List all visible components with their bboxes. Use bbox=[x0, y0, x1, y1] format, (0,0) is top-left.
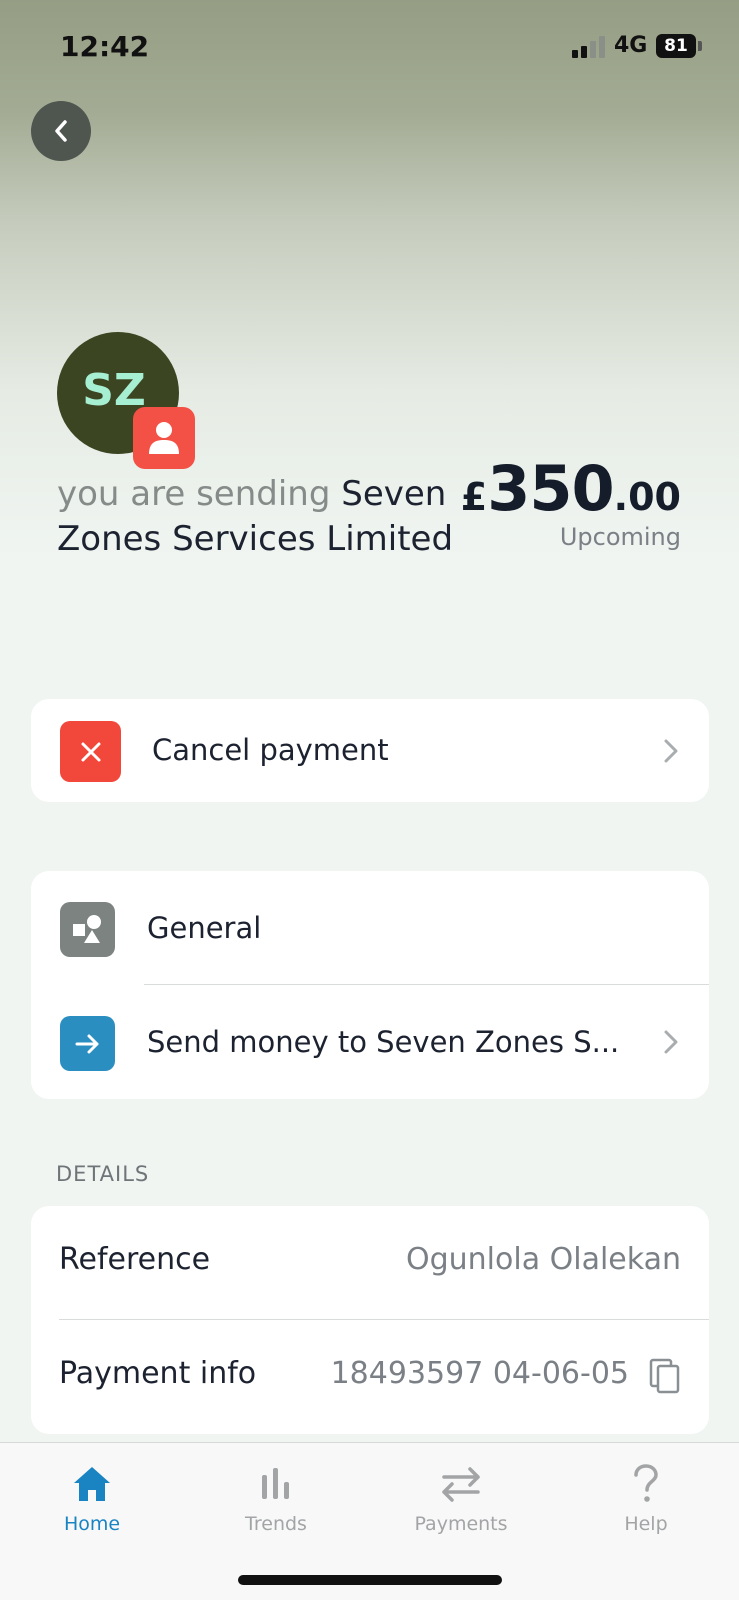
home-icon bbox=[32, 1461, 152, 1507]
payment-info-value: 18493597 04-06-05 bbox=[330, 1356, 629, 1391]
transfer-arrows-icon bbox=[401, 1461, 521, 1507]
status-bar: 12:42 4G 81 bbox=[0, 0, 739, 90]
amount-currency: £ bbox=[460, 475, 488, 519]
question-icon bbox=[586, 1461, 706, 1507]
reference-label: Reference bbox=[59, 1242, 211, 1277]
sending-description: you are sending Seven Zones Services Lim… bbox=[57, 472, 477, 562]
battery-icon: 81 bbox=[656, 34, 696, 58]
arrow-right-icon bbox=[60, 1016, 115, 1071]
chevron-right-icon bbox=[664, 1030, 678, 1054]
send-money-label: Send money to Seven Zones S... bbox=[147, 1025, 620, 1059]
chevron-right-icon bbox=[664, 739, 678, 763]
category-card: General Send money to Seven Zones S... bbox=[31, 871, 709, 1099]
details-header: DETAILS bbox=[56, 1162, 150, 1186]
payment-amount: £350.00 bbox=[461, 452, 681, 525]
payment-info-label: Payment info bbox=[59, 1356, 257, 1391]
shapes-icon bbox=[60, 902, 115, 957]
category-label: General bbox=[147, 911, 262, 945]
tab-payments[interactable]: Payments bbox=[401, 1461, 521, 1535]
tab-trends-label: Trends bbox=[245, 1513, 307, 1535]
details-card: Reference Ogunlola Olalekan Payment info… bbox=[31, 1206, 709, 1434]
tab-help-label: Help bbox=[624, 1513, 668, 1535]
close-icon bbox=[60, 721, 121, 782]
network-type: 4G bbox=[614, 33, 648, 58]
avatar-initials: SZ bbox=[82, 364, 146, 416]
reference-value: Ogunlola Olalekan bbox=[406, 1242, 681, 1277]
battery-level: 81 bbox=[664, 36, 688, 56]
tab-home-label: Home bbox=[63, 1513, 121, 1535]
status-time: 12:42 bbox=[60, 30, 150, 63]
tab-home[interactable]: Home bbox=[32, 1461, 152, 1535]
battery-nub bbox=[698, 41, 702, 51]
amount-decimal: .00 bbox=[613, 475, 681, 519]
copy-icon[interactable] bbox=[649, 1358, 681, 1394]
back-button[interactable] bbox=[31, 101, 91, 161]
tab-payments-label: Payments bbox=[414, 1513, 508, 1535]
sending-prefix: you are sending bbox=[57, 474, 331, 514]
home-indicator bbox=[238, 1575, 502, 1585]
divider bbox=[59, 1319, 709, 1320]
signal-icon bbox=[572, 36, 606, 58]
person-badge-icon bbox=[133, 407, 195, 469]
payment-status: Upcoming bbox=[559, 523, 681, 551]
bar-chart-icon bbox=[216, 1461, 336, 1507]
amount-whole: 350 bbox=[487, 452, 614, 525]
cancel-payment-label: Cancel payment bbox=[152, 733, 389, 767]
chevron-left-icon bbox=[55, 120, 67, 142]
tab-help[interactable]: Help bbox=[586, 1461, 706, 1535]
tab-trends[interactable]: Trends bbox=[216, 1461, 336, 1535]
send-money-row[interactable]: Send money to Seven Zones S... bbox=[31, 985, 709, 1099]
cancel-payment-card[interactable]: Cancel payment bbox=[31, 699, 709, 802]
